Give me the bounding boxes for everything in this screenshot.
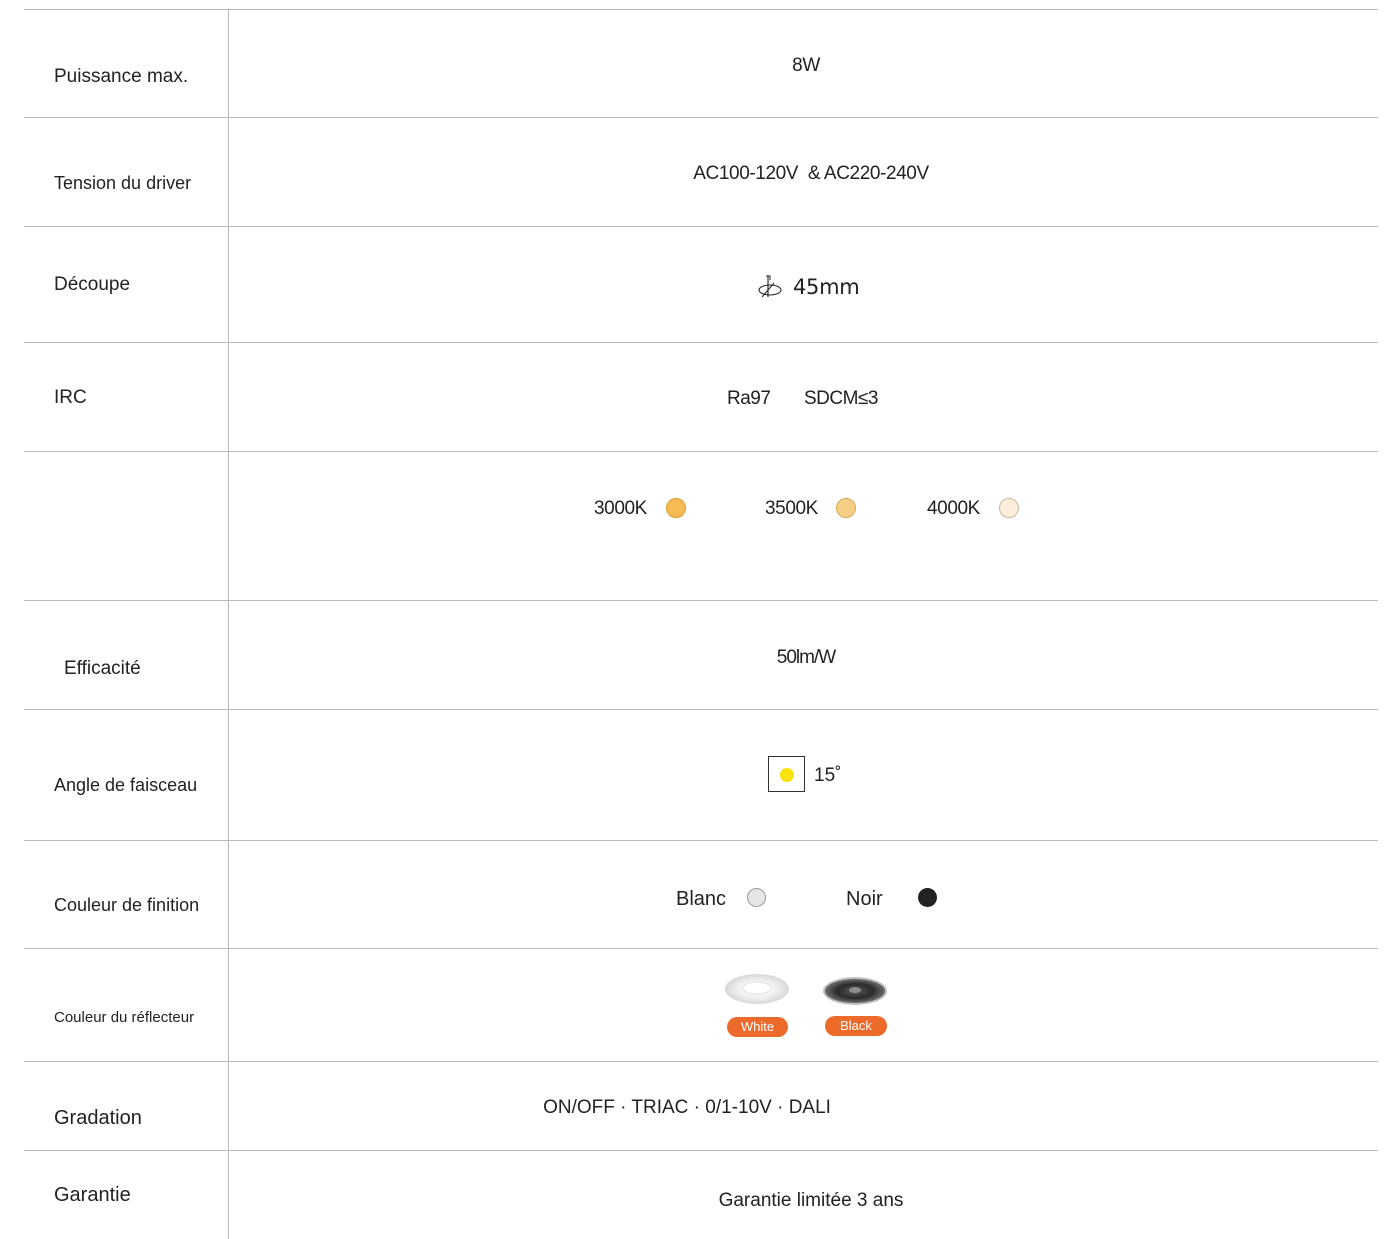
row-label-decoupe: Découpe <box>54 274 131 295</box>
row-value-tension: AC100-120V & AC220-240V <box>693 163 929 184</box>
row-value-efficacite: 50lm/W <box>776 647 836 668</box>
row-label-garantie: Garantie <box>54 1184 131 1206</box>
row-label-puissance: Puissance max. <box>54 66 189 87</box>
temp-3000k-swatch <box>666 498 686 518</box>
finish-noir-swatch <box>918 888 937 907</box>
row-value-ra: Ra97 <box>727 388 771 409</box>
finish-blanc-swatch <box>747 888 766 907</box>
row-value-decoupe: 45mm <box>793 275 860 299</box>
column-divider <box>228 10 229 1239</box>
temp-4000k-label: 4000K <box>927 498 980 519</box>
row-value-sdcm: SDCM≤3 <box>804 388 878 409</box>
row-label-reflecteur: Couleur du réflecteur <box>54 1009 195 1026</box>
reflector-white-image <box>724 973 790 1005</box>
row-label-angle: Angle de faisceau <box>54 775 198 795</box>
finish-noir-label: Noir <box>846 888 883 910</box>
row-value-angle: 15˚ <box>814 765 842 786</box>
row-label-finition: Couleur de finition <box>54 895 200 915</box>
temp-4000k-swatch <box>999 498 1019 518</box>
temp-3500k-swatch <box>836 498 856 518</box>
beam-light-dot <box>780 768 794 782</box>
row-value-puissance: 8W <box>792 55 820 76</box>
row-label-irc: IRC <box>54 387 87 408</box>
row-label-gradation: Gradation <box>54 1107 142 1129</box>
reflector-white-tag: White <box>727 1017 788 1037</box>
beam-angle-icon <box>768 756 805 792</box>
temp-3500k-label: 3500K <box>765 498 818 519</box>
cutout-diameter-icon <box>754 274 788 300</box>
finish-blanc-label: Blanc <box>676 888 727 910</box>
temp-3000k-label: 3000K <box>594 498 647 519</box>
row-value-gradation: ON/OFF · TRIAC · 0/1-10V · DALI <box>543 1097 831 1118</box>
row-label-tension: Tension du driver <box>54 173 192 193</box>
row-value-garantie: Garantie limitée 3 ans <box>718 1190 904 1211</box>
reflector-black-tag: Black <box>825 1016 887 1036</box>
reflector-black-image <box>822 975 888 1007</box>
row-label-efficacite: Efficacité <box>64 658 141 679</box>
